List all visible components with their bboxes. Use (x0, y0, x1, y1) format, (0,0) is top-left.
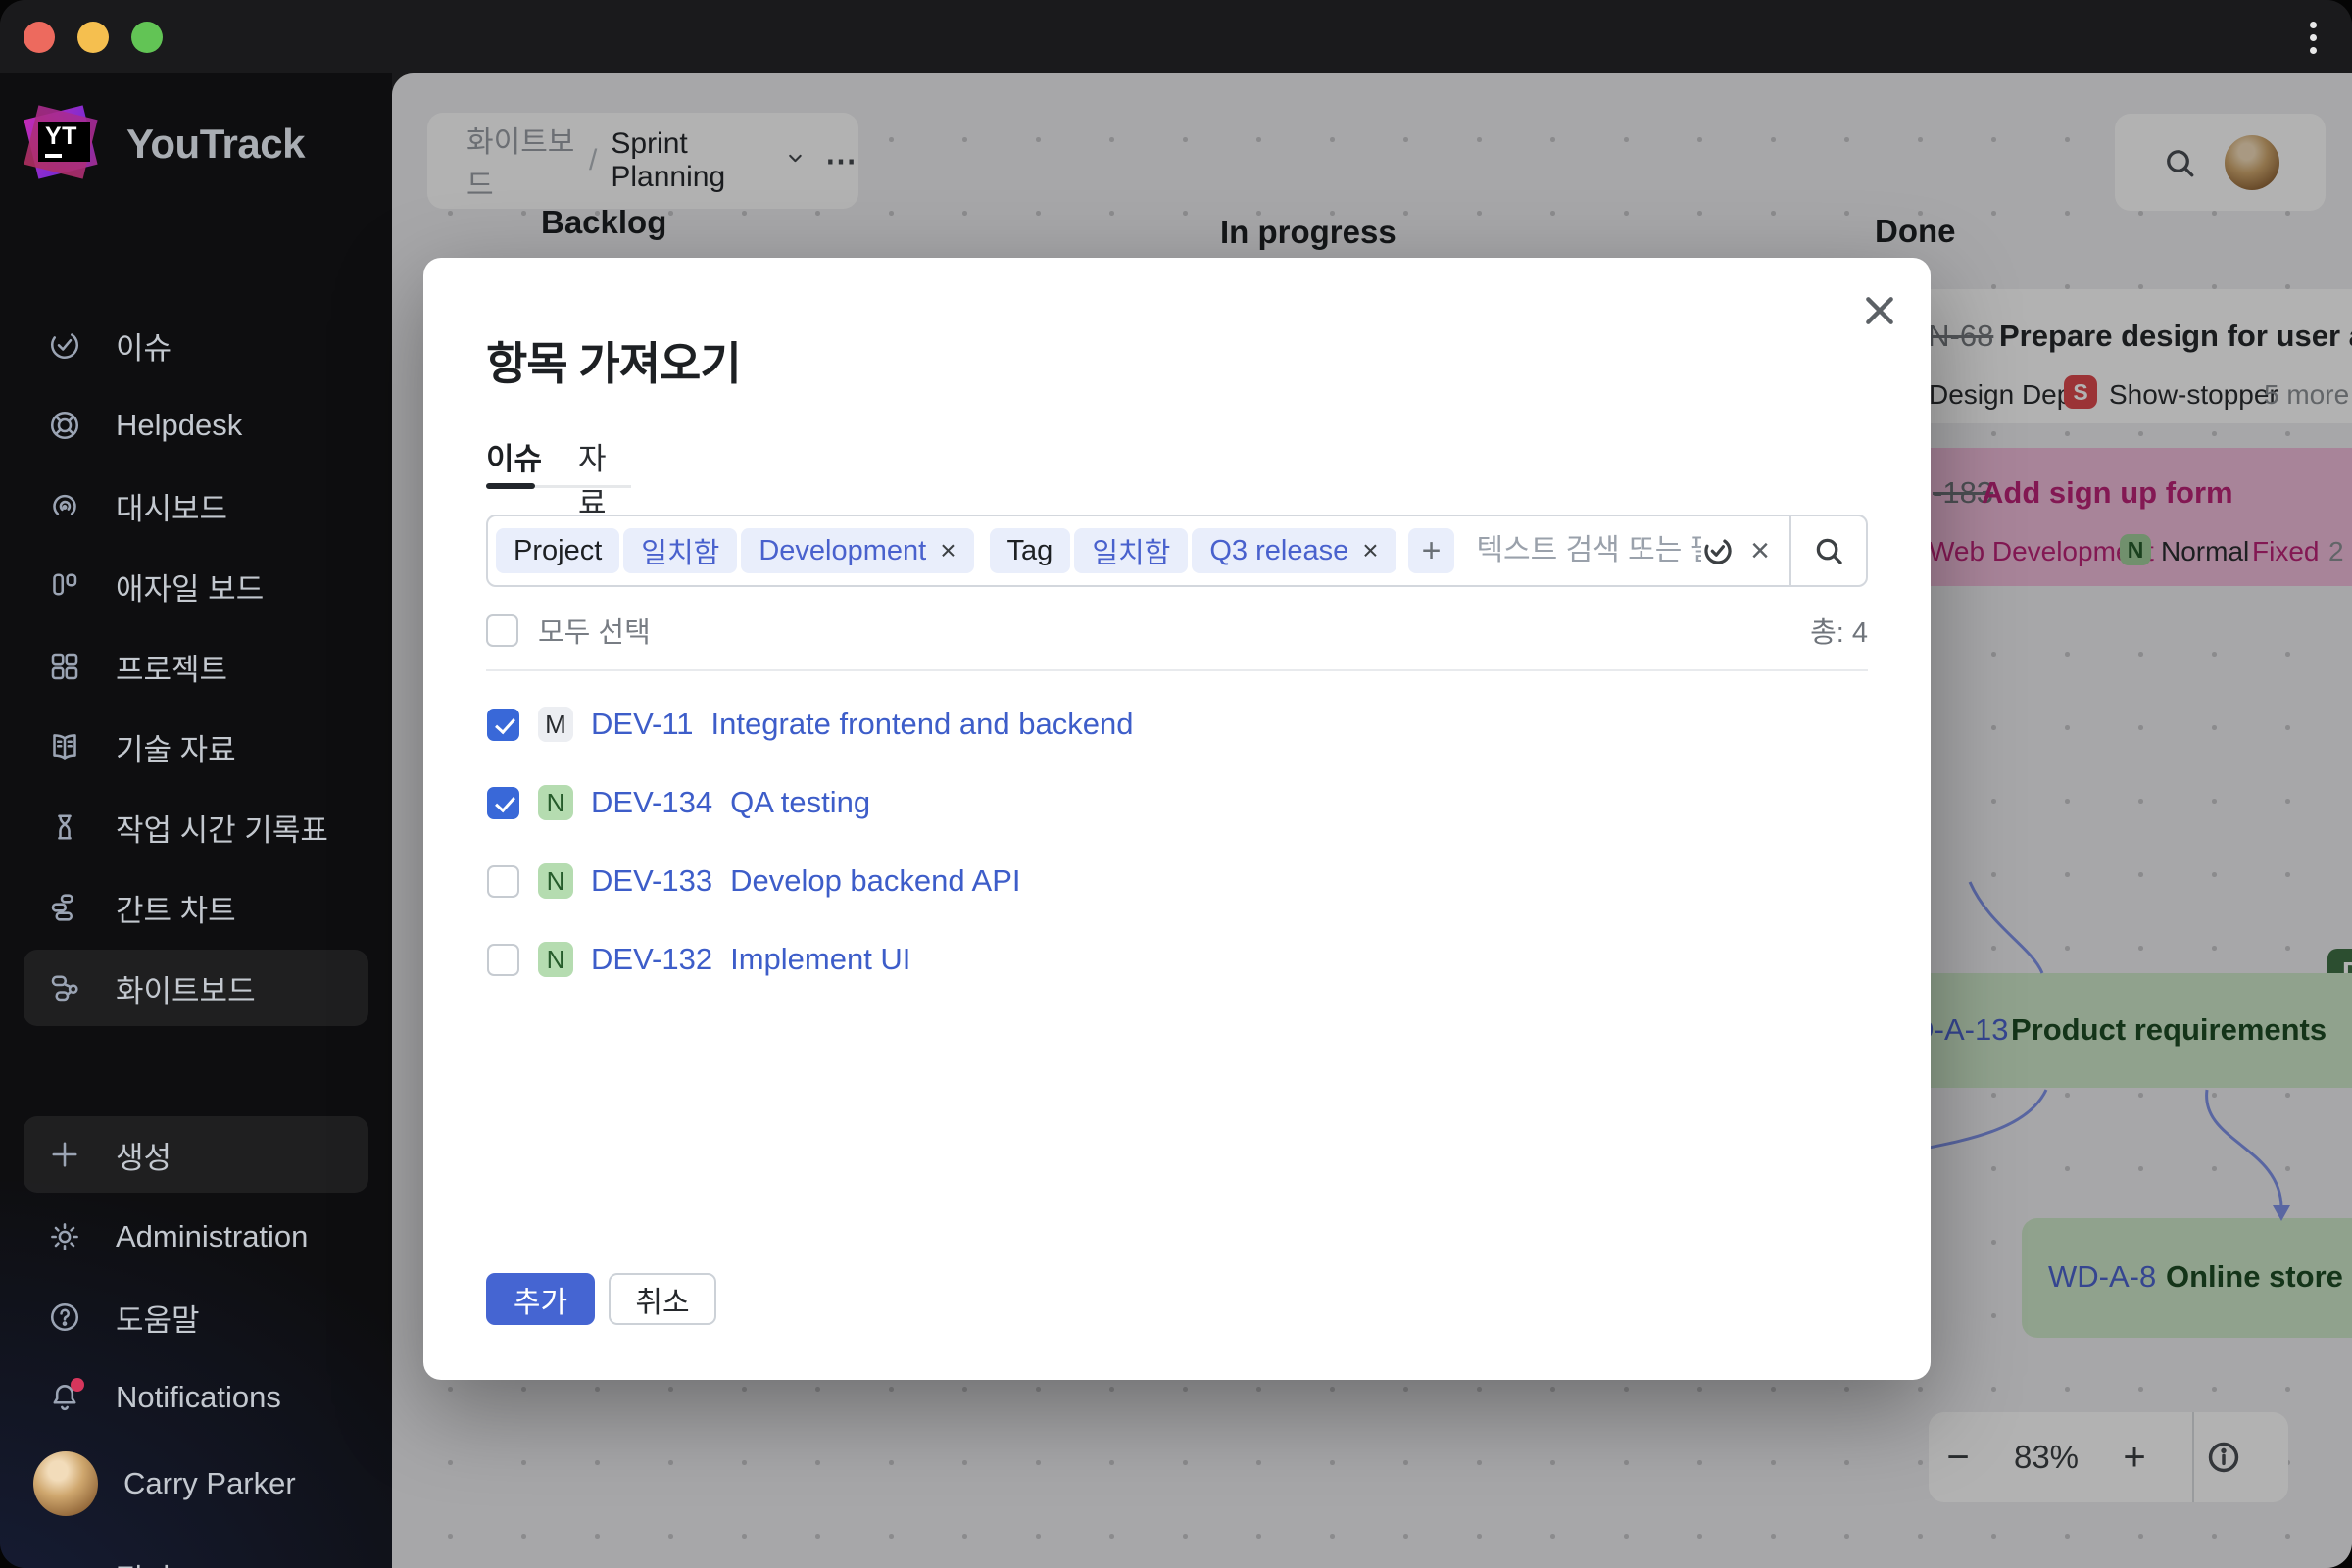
select-all-row: 모두 선택 총: 4 (486, 609, 1868, 652)
divider (486, 669, 1868, 671)
sidebar-item-projects[interactable]: 프로젝트 (24, 628, 368, 705)
app-window: YT YouTrack 이슈 Helpdesk 대시보드 애자일 보드 프로젝트… (0, 0, 2352, 1568)
helpdesk-icon (47, 408, 82, 443)
clear-filter-icon[interactable]: × (1750, 532, 1770, 570)
whiteboard-icon (47, 970, 82, 1005)
youtrack-logo-icon: YT (23, 104, 101, 185)
agile-board-icon (47, 568, 82, 604)
sidebar-item-agile-board[interactable]: 애자일 보드 (24, 548, 368, 624)
timesheet-icon (47, 809, 82, 845)
sidebar-item-create[interactable]: 생성 (24, 1116, 368, 1193)
issue-link[interactable]: DEV-11Integrate frontend and backend (591, 707, 1133, 742)
window-zoom-button[interactable] (131, 22, 163, 53)
issue-row: M DEV-11Integrate frontend and backend (486, 685, 1868, 763)
filter-pill-add[interactable]: + (1408, 528, 1455, 573)
filter-pill-value[interactable]: Development× (741, 528, 973, 573)
sidebar-item-issues[interactable]: 이슈 (24, 307, 368, 383)
create-icon (47, 1137, 82, 1172)
dialog-actions: 추가 취소 (486, 1273, 716, 1325)
total-count: 총: 4 (1810, 610, 1868, 651)
admin-icon (47, 1219, 82, 1254)
logo-text: YouTrack (126, 121, 305, 168)
tab-articles[interactable]: 자료 (578, 434, 631, 522)
sidebar-item-timesheet[interactable]: 작업 시간 기록표 (24, 789, 368, 865)
filter-pill-op[interactable]: 일치함 (1074, 528, 1188, 573)
bell-icon (47, 1380, 82, 1415)
sidebar-item-administration[interactable]: Administration (24, 1199, 368, 1275)
issue-checkbox[interactable] (487, 944, 519, 976)
avatar (33, 1451, 98, 1516)
tab-issues[interactable]: 이슈 (486, 434, 542, 478)
issue-link[interactable]: DEV-133Develop backend API (591, 863, 1021, 899)
select-all-label: 모두 선택 (538, 610, 651, 651)
dialog-tabs: 이슈 자료 (486, 434, 631, 493)
knowledge-icon (47, 729, 82, 764)
issue-row: N DEV-134QA testing (486, 763, 1868, 842)
issues-icon (47, 327, 82, 363)
close-icon[interactable] (1860, 291, 1899, 330)
dashboard-icon (47, 488, 82, 523)
sidebar-item-notifications[interactable]: Notifications (24, 1359, 368, 1436)
sidebar-item-profile[interactable]: Carry Parker (24, 1446, 368, 1522)
issue-checkbox[interactable] (487, 709, 519, 741)
sidebar: YT YouTrack 이슈 Helpdesk 대시보드 애자일 보드 프로젝트… (0, 74, 392, 1568)
issue-type-badge: N (538, 863, 573, 899)
select-all-checkbox[interactable] (486, 614, 518, 647)
window-close-button[interactable] (24, 22, 55, 53)
filter-pill-field[interactable]: Tag (990, 528, 1071, 573)
issue-checkbox[interactable] (487, 787, 519, 819)
sidebar-item-help[interactable]: 도움말 (24, 1279, 368, 1355)
filter-bar: Project일치함Development×Tag일치함Q3 release×+… (486, 514, 1868, 587)
issue-type-badge: M (538, 707, 573, 742)
issue-checkbox[interactable] (487, 865, 519, 898)
add-button[interactable]: 추가 (486, 1273, 595, 1325)
help-icon (47, 1299, 82, 1335)
gantt-icon (47, 890, 82, 925)
active-tab-indicator (486, 483, 535, 489)
issue-row: N DEV-132Implement UI (486, 920, 1868, 999)
window-minimize-button[interactable] (77, 22, 109, 53)
notification-badge (71, 1378, 84, 1392)
issue-list: M DEV-11Integrate frontend and backend N… (486, 685, 1868, 999)
search-input[interactable] (1476, 534, 1701, 567)
issue-type-badge: N (538, 942, 573, 977)
collapse-icon: « (47, 1555, 82, 1568)
kebab-menu-icon[interactable] (2303, 20, 2323, 59)
sidebar-item-helpdesk[interactable]: Helpdesk (24, 387, 368, 464)
issue-link[interactable]: DEV-132Implement UI (591, 942, 910, 977)
search-submit-icon[interactable] (1791, 534, 1866, 567)
dialog-title: 항목 가져오기 (486, 328, 1868, 393)
remove-filter-icon[interactable]: × (940, 535, 956, 566)
projects-icon (47, 649, 82, 684)
youtrack-logo[interactable]: YT YouTrack (23, 103, 305, 185)
sidebar-item-dashboard[interactable]: 대시보드 (24, 467, 368, 544)
filter-pill-field[interactable]: Project (496, 528, 619, 573)
sidebar-item-gantt[interactable]: 간트 차트 (24, 869, 368, 946)
issue-type-badge: N (538, 785, 573, 820)
sidebar-item-whiteboard[interactable]: 화이트보드 (24, 950, 368, 1026)
filter-pill-op[interactable]: 일치함 (623, 528, 737, 573)
cancel-button[interactable]: 취소 (609, 1273, 716, 1325)
sidebar-item-knowledge[interactable]: 기술 자료 (24, 709, 368, 785)
filter-pill-value[interactable]: Q3 release× (1192, 528, 1396, 573)
resolved-filter-icon[interactable] (1701, 534, 1735, 567)
issue-row: N DEV-133Develop backend API (486, 842, 1868, 920)
titlebar (0, 0, 2352, 74)
issue-link[interactable]: DEV-134QA testing (591, 785, 870, 820)
remove-filter-icon[interactable]: × (1362, 535, 1378, 566)
import-items-dialog: 항목 가져오기 이슈 자료 Project일치함Development×Tag일… (423, 258, 1931, 1380)
sidebar-item-collapse[interactable]: « 접기 (24, 1539, 368, 1568)
